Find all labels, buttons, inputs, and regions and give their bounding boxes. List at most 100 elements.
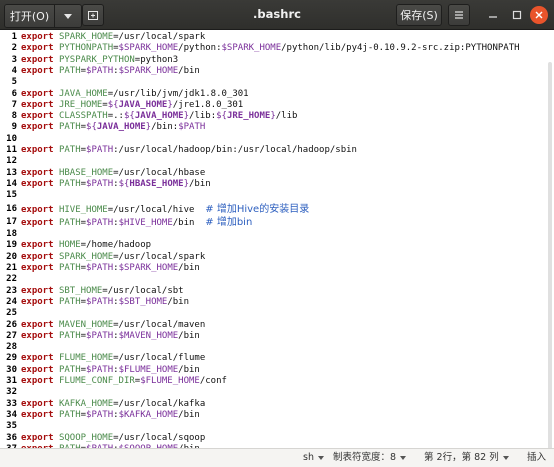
- code-line[interactable]: 36 export SQOOP_HOME=/usr/local/sqoop: [0, 433, 554, 444]
- keyword-token: export: [21, 204, 54, 215]
- expansion-token: $PATH: [86, 409, 114, 420]
- text-editor[interactable]: 1 export SPARK_HOME=/usr/local/spark 2 expo…: [0, 30, 554, 448]
- text-token: /bin: [178, 409, 200, 420]
- text-token: :/usr/local/hadoop/bin:/usr/local/hadoop…: [113, 145, 357, 155]
- variable-token: FLUME_HOME: [58, 353, 114, 364]
- text-token: =.:: [107, 111, 124, 122]
- code-line[interactable]: 31 export FLUME_CONF_DIR=$FLUME_HOME/conf: [0, 376, 554, 387]
- line-number: 22: [6, 274, 17, 285]
- expansion-token: $SBT_HOME: [118, 296, 168, 307]
- line-number: 11: [6, 145, 17, 155]
- code-line[interactable]: 11 export PATH=$PATH:/usr/local/hadoop/bi…: [0, 145, 554, 156]
- code-line[interactable]: 33 export KAFKA_HOME=/usr/local/kafka: [0, 399, 554, 410]
- close-button[interactable]: [530, 6, 548, 24]
- code-line[interactable]: 30 export PATH=$PATH:$FLUME_HOME/bin: [0, 365, 554, 376]
- line-text: export PATH=$PATH:$FLUME_HOME/bin: [21, 365, 200, 376]
- code-line[interactable]: 13 export HBASE_HOME=/usr/local/hbase: [0, 168, 554, 179]
- language-selector[interactable]: sh: [303, 449, 324, 467]
- keyword-token: export: [21, 330, 54, 341]
- code-line[interactable]: 7 export JRE_HOME=${JAVA_HOME}/jre1.8.0_3…: [0, 100, 554, 111]
- code-line[interactable]: 22: [0, 274, 554, 285]
- new-tab-icon: [88, 11, 98, 20]
- hamburger-menu-button[interactable]: [448, 4, 470, 26]
- keyword-token: export: [21, 398, 54, 409]
- variable-token: PATH: [58, 263, 81, 273]
- text-token: =/home/hadoop: [80, 240, 152, 251]
- keyword-token: export: [21, 32, 54, 42]
- text-token: /bin: [178, 364, 200, 375]
- keyword-token: export: [21, 111, 54, 122]
- code-line[interactable]: 29 export FLUME_HOME=/usr/local/flume: [0, 353, 554, 364]
- keyword-token: export: [21, 432, 54, 443]
- keyword-token: export: [21, 376, 54, 386]
- code-line[interactable]: 3 export PYSPARK_PYTHON=python3: [0, 55, 554, 66]
- code-line[interactable]: 12: [0, 156, 554, 167]
- expansion-token: ${: [123, 111, 135, 122]
- keyword-token: export: [21, 240, 54, 251]
- variable-token: HBASE_HOME: [58, 167, 114, 178]
- code-line[interactable]: 5: [0, 77, 554, 88]
- code-line[interactable]: 15: [0, 190, 554, 201]
- line-text: export PATH=$PATH:${HBASE_HOME}/bin: [21, 179, 211, 190]
- code-line[interactable]: 23 export SBT_HOME=/usr/local/sbt: [0, 286, 554, 297]
- expansion-token: $PATH: [86, 364, 114, 375]
- keyword-token: export: [21, 145, 54, 155]
- code-line[interactable]: 28: [0, 342, 554, 353]
- maximize-icon: [512, 10, 522, 20]
- code-line[interactable]: 10: [0, 134, 554, 145]
- line-text: export PYTHONPATH=$SPARK_HOME/python:$SP…: [21, 43, 520, 54]
- code-line[interactable]: 24 export PATH=$PATH:$SBT_HOME/bin: [0, 297, 554, 308]
- code-line[interactable]: 25: [0, 308, 554, 319]
- save-button[interactable]: 保存(S): [396, 4, 442, 26]
- chevron-down-icon: [400, 456, 407, 460]
- line-number: 7: [11, 99, 17, 110]
- code-line[interactable]: 6 export JAVA_HOME=/usr/lib/jvm/jdk1.8.0_…: [0, 89, 554, 100]
- minimize-button[interactable]: [484, 6, 502, 24]
- chevron-down-icon: [502, 456, 509, 460]
- code-line[interactable]: 2 export PYTHONPATH=$SPARK_HOME/python:$S…: [0, 43, 554, 54]
- expansion-token: $FLUME_HOME: [140, 376, 200, 386]
- expansion-token: $PATH: [86, 217, 114, 228]
- cursor-position[interactable]: 第 2行，第 82 列: [424, 449, 509, 467]
- code-line[interactable]: 34 export PATH=$PATH:$KAFKA_HOME/bin: [0, 410, 554, 421]
- code-line[interactable]: 14 export PATH=$PATH:${HBASE_HOME}/bin: [0, 179, 554, 190]
- maximize-button[interactable]: [508, 6, 526, 24]
- code-line[interactable]: 1 export SPARK_HOME=/usr/local/spark: [0, 32, 554, 43]
- code-line[interactable]: 9 export PATH=${JAVA_HOME}/bin:$PATH: [0, 122, 554, 133]
- close-icon: [535, 11, 543, 19]
- open-recent-dropdown-button[interactable]: [55, 5, 81, 27]
- open-button[interactable]: 打开(O): [5, 5, 55, 27]
- variable-token: MAVEN_HOME: [58, 319, 114, 330]
- expansion-token: $PATH: [86, 65, 114, 76]
- variable-token: FLUME_CONF_DIR: [58, 376, 135, 386]
- code-line[interactable]: 27 export PATH=$PATH:$MAVEN_HOME/bin: [0, 331, 554, 342]
- insert-mode-indicator[interactable]: 插入: [527, 449, 546, 467]
- text-token: /bin:: [151, 122, 179, 133]
- variable-token: PYSPARK_PYTHON: [58, 54, 135, 65]
- vertical-scrollbar[interactable]: [548, 62, 552, 448]
- keyword-token: export: [21, 263, 54, 273]
- variable-token: PATH: [58, 122, 81, 133]
- variable-token: SPARK_HOME: [58, 251, 114, 262]
- code-line[interactable]: 17 export PATH=$PATH:$HIVE_HOME/bin # 增加b…: [0, 217, 554, 228]
- keyword-token: export: [21, 167, 54, 178]
- code-line[interactable]: 32: [0, 387, 554, 398]
- expansion-token: JAVA_HOME: [118, 99, 168, 110]
- code-line[interactable]: 16 export HIVE_HOME=/usr/local/hive # 增加H…: [0, 204, 554, 215]
- code-line[interactable]: 20 export SPARK_HOME=/usr/local/spark: [0, 252, 554, 263]
- code-line[interactable]: 18: [0, 229, 554, 240]
- code-line[interactable]: 19 export HOME=/home/hadoop: [0, 240, 554, 251]
- expansion-token: JAVA_HOME: [96, 122, 146, 133]
- code-line[interactable]: 26 export MAVEN_HOME=/usr/local/maven: [0, 320, 554, 331]
- code-line[interactable]: 21 export PATH=$PATH:$SPARK_HOME/bin: [0, 263, 554, 274]
- tab-width-selector[interactable]: 制表符宽度：8: [333, 449, 407, 467]
- code-line[interactable]: 8 export CLASSPATH=.:${JAVA_HOME}/lib:${J…: [0, 111, 554, 122]
- expansion-token: ${: [86, 122, 97, 133]
- variable-token: PYTHONPATH: [58, 43, 114, 54]
- new-document-button[interactable]: [82, 4, 104, 26]
- line-number: 31: [6, 376, 17, 386]
- code-line[interactable]: 4 export PATH=$PATH:$SPARK_HOME/bin: [0, 66, 554, 77]
- variable-token: SQOOP_HOME: [58, 432, 114, 443]
- line-number: 13: [6, 167, 17, 178]
- code-line[interactable]: 35: [0, 421, 554, 432]
